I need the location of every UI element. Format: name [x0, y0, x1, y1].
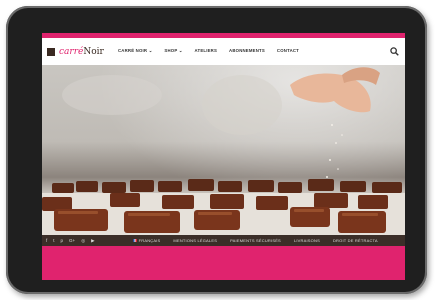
logo-text-part1: carré	[59, 47, 84, 57]
chocolates-illustration	[42, 67, 405, 235]
footer-links: FRANÇAIS MENTIONS LÉGALES PAIEMENTS SÉCU…	[132, 238, 378, 243]
footer-link-retractation[interactable]: DROIT DE RÉTRACTA	[333, 238, 378, 243]
logo-text-part2: Noir	[83, 47, 104, 57]
nav-menu: CARRÉ NOIR ⌄ SHOP ⌄ ATELIERS ABONNEMENTS…	[118, 48, 299, 54]
bottom-accent-band	[42, 246, 405, 280]
navigation-bar: carréNoir CARRÉ NOIR ⌄ SHOP ⌄ ATELIERS A…	[42, 38, 405, 65]
footer-link-mentions[interactable]: MENTIONS LÉGALES	[173, 238, 217, 243]
search-icon[interactable]	[390, 47, 399, 56]
language-label: FRANÇAIS	[138, 238, 161, 243]
site-logo[interactable]: carréNoir	[47, 45, 104, 59]
instagram-icon[interactable]: ◎	[81, 238, 85, 244]
logo-text: carréNoir	[59, 47, 104, 57]
pinterest-icon[interactable]: p	[61, 238, 64, 244]
nav-item-shop[interactable]: SHOP ⌄	[164, 48, 182, 54]
social-links: f t p G+ ◎ ▶	[46, 238, 95, 244]
nav-item-abonnements[interactable]: ABONNEMENTS	[229, 48, 265, 54]
nav-item-carre-noir[interactable]: CARRÉ NOIR ⌄	[118, 48, 152, 54]
google-plus-icon[interactable]: G+	[69, 238, 75, 244]
nav-item-contact[interactable]: CONTACT	[277, 48, 299, 54]
facebook-icon[interactable]: f	[46, 238, 47, 244]
tablet-frame: carréNoir CARRÉ NOIR ⌄ SHOP ⌄ ATELIERS A…	[6, 6, 427, 294]
hero-image	[42, 65, 405, 235]
french-flag-icon	[132, 239, 137, 243]
language-selector[interactable]: FRANÇAIS	[132, 238, 161, 243]
website-screen: carréNoir CARRÉ NOIR ⌄ SHOP ⌄ ATELIERS A…	[42, 33, 405, 280]
twitter-icon[interactable]: t	[53, 238, 54, 244]
footer-bar: f t p G+ ◎ ▶ FRANÇAIS MENTIONS LÉGALES P…	[42, 235, 405, 246]
youtube-icon[interactable]: ▶	[91, 238, 94, 244]
nav-item-ateliers[interactable]: ATELIERS	[195, 48, 218, 54]
footer-link-paiements[interactable]: PAIEMENTS SÉCURISÉS	[230, 238, 281, 243]
footer-link-livraisons[interactable]: LIVRAISONS	[294, 238, 320, 243]
logo-mark-icon	[47, 48, 55, 56]
